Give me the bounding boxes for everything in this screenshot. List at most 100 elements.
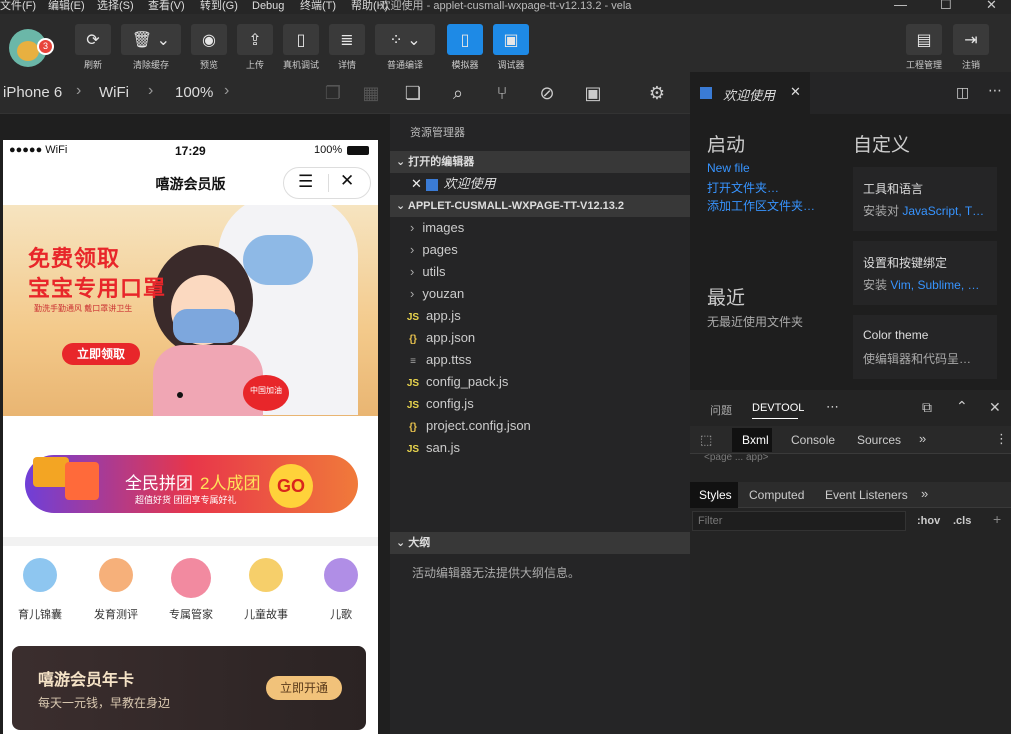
close-tab-icon[interactable]: ✕ [790, 84, 801, 100]
settings-gear-icon[interactable]: ⚙ [646, 82, 668, 104]
outline-section[interactable]: ⌄ 大纲 [390, 532, 690, 554]
recent-empty-message: 无最近使用文件夹 [707, 315, 804, 329]
maximize-icon[interactable]: ☐ [940, 0, 952, 11]
menu-terminal[interactable]: 终端(T) [300, 0, 336, 13]
feature-growth-test[interactable]: 发育测评 [81, 558, 151, 622]
file-item[interactable]: JS config.js [390, 393, 690, 415]
welcome-icon [700, 87, 712, 99]
add-workspace-folder-link[interactable]: 添加工作区文件夹… [707, 197, 815, 214]
simulator-toggle[interactable]: ▯ 模拟器 [447, 24, 483, 71]
refresh-button[interactable]: ⟳ 刷新 [75, 24, 111, 71]
open-editors-section[interactable]: ⌄ 打开的编辑器 [390, 151, 690, 173]
folder-item[interactable]: › pages [390, 239, 690, 261]
folder-item[interactable]: › images [390, 217, 690, 239]
logout-button[interactable]: ⇥ 注销 [953, 24, 989, 71]
close-window-icon[interactable]: ✕ [986, 0, 997, 11]
file-item[interactable]: {} app.json [390, 327, 690, 349]
file-item[interactable]: JS san.js [390, 437, 690, 459]
tab-devtool[interactable]: DEVTOOL [752, 402, 804, 414]
more-tabs-icon[interactable]: » [919, 431, 926, 446]
menu-view[interactable]: 查看(V) [148, 0, 185, 13]
feature-stories[interactable]: 儿童故事 [231, 558, 301, 622]
go-button[interactable]: GO [269, 464, 313, 508]
feature-butler[interactable]: 专属管家 [156, 558, 226, 622]
feature-parenting-tips[interactable]: 育儿锦囊 [5, 558, 75, 622]
tab-problems[interactable]: 问题 [710, 402, 732, 418]
folder-item[interactable]: › youzan [390, 283, 690, 305]
add-rule-icon[interactable]: + [993, 511, 1001, 527]
menu-debug[interactable]: Debug [252, 0, 284, 13]
tab-bxml[interactable]: Bxml [732, 428, 772, 452]
details-button[interactable]: ≣ 详情 [329, 24, 365, 71]
class-toggle[interactable]: .cls [953, 515, 971, 527]
child-body [153, 345, 263, 416]
real-device-debug-button[interactable]: ▯ 真机调试 [283, 24, 319, 71]
extension-icon[interactable]: ▣ [582, 82, 604, 104]
minimize-icon[interactable]: — [894, 0, 907, 11]
customize-card-theme[interactable]: Color theme 使编辑器和代码呈… [853, 315, 997, 379]
open-folder-link[interactable]: 打开文件夹… [707, 179, 779, 196]
debugger-toggle[interactable]: ▣ 调试器 [493, 24, 529, 71]
styles-filter-input[interactable]: Filter [692, 511, 906, 531]
zoom-select[interactable]: 100% [175, 84, 213, 101]
files-icon[interactable]: ❏ [402, 82, 424, 104]
file-item[interactable]: {} project.config.json [390, 415, 690, 437]
menu-file[interactable]: 文件(F) [0, 0, 36, 13]
group-buy-banner[interactable]: 全民拼团 2人成团 GO 超值好货 团团享专属好礼 [3, 427, 378, 537]
file-item[interactable]: ≡ app.ttss [390, 349, 690, 371]
menu-select[interactable]: 选择(S) [97, 0, 134, 13]
split-editor-icon[interactable]: ◫ [956, 84, 969, 101]
open-membership-button[interactable]: 立即开通 [266, 676, 342, 700]
tips-icon [23, 558, 57, 592]
project-section[interactable]: ⌄ APPLET-CUSMALL-WXPAGE-TT-V12.13.2 [390, 195, 690, 217]
folder-item[interactable]: › utils [390, 261, 690, 283]
chevron-right-icon: › [224, 82, 230, 99]
more-icon[interactable]: ⋯ [826, 399, 839, 415]
menu-help[interactable]: 帮助(H) [351, 0, 388, 13]
claim-button[interactable]: 立即领取 [62, 343, 140, 365]
file-item[interactable]: JS app.js [390, 305, 690, 327]
clear-cache-button[interactable]: 🗑 ⌄ 清除缓存 [121, 24, 181, 71]
file-item[interactable]: JS config_pack.js [390, 371, 690, 393]
tab-sources[interactable]: Sources [857, 433, 901, 447]
inspect-icon[interactable]: ⬚ [700, 432, 712, 448]
debug-off-icon[interactable]: ⊘ [536, 82, 558, 104]
hamburger-icon[interactable]: ☰ [298, 172, 313, 192]
menu-edit[interactable]: 编辑(E) [48, 0, 85, 13]
compile-mode-select[interactable]: ⁘ ⌄ 普通编译 [375, 24, 435, 71]
membership-card[interactable]: 嘻游会员年卡 每天一元钱，早教在身边 立即开通 [12, 646, 366, 730]
customize-card-tools[interactable]: 工具和语言 安装对 JavaScript, T… [853, 167, 997, 231]
hover-state-toggle[interactable]: :hov [917, 515, 940, 527]
tab-welcome[interactable]: 欢迎使用 ✕ [690, 72, 810, 114]
tab-event-listeners[interactable]: Event Listeners [825, 488, 908, 502]
close-panel-icon[interactable]: ✕ [989, 399, 1001, 416]
promo-banner[interactable]: 中国加油 免费领取 宝宝专用口罩 勤洗手勤通风 戴口罩讲卫生 立即领取 [3, 205, 378, 416]
customize-card-keybindings[interactable]: 设置和按键绑定 安装 Vim, Sublime, … [853, 241, 997, 305]
panel-layout-icon[interactable]: ⧉ [922, 399, 932, 416]
collapse-panel-icon[interactable]: ⌃ [956, 398, 968, 415]
style-file-icon: ≡ [410, 356, 416, 367]
tab-computed[interactable]: Computed [749, 488, 804, 502]
upload-button[interactable]: ⇪ 上传 [237, 24, 273, 71]
heart-badge: 中国加油 [243, 375, 289, 411]
copy-icon[interactable]: ❐ [322, 82, 344, 104]
close-mini-icon[interactable]: ✕ [340, 171, 354, 191]
open-editor-item[interactable]: ✕ 欢迎使用 [390, 173, 690, 195]
device-select[interactable]: iPhone 6 [3, 84, 62, 101]
more-style-tabs-icon[interactable]: » [921, 486, 928, 501]
network-select[interactable]: WiFi [99, 84, 129, 101]
feature-songs[interactable]: 儿歌 [306, 558, 376, 622]
kebab-menu-icon[interactable]: ⋮ [995, 431, 1008, 447]
tab-console[interactable]: Console [791, 433, 835, 447]
tab-styles[interactable]: Styles [690, 482, 738, 508]
new-file-link[interactable]: New file [707, 161, 750, 175]
project-manage-button[interactable]: ▤ 工程管理 [906, 24, 942, 71]
more-actions-icon[interactable]: ⋯ [988, 82, 1002, 99]
close-icon[interactable]: ✕ [411, 176, 426, 191]
search-icon[interactable]: ⌕ [447, 82, 469, 104]
grid-icon[interactable]: ▦ [360, 82, 382, 104]
js-file-icon: JS [406, 400, 420, 411]
branch-icon[interactable]: ⑂ [491, 82, 513, 104]
menu-goto[interactable]: 转到(G) [200, 0, 238, 13]
preview-button[interactable]: ◉ 预览 [191, 24, 227, 71]
